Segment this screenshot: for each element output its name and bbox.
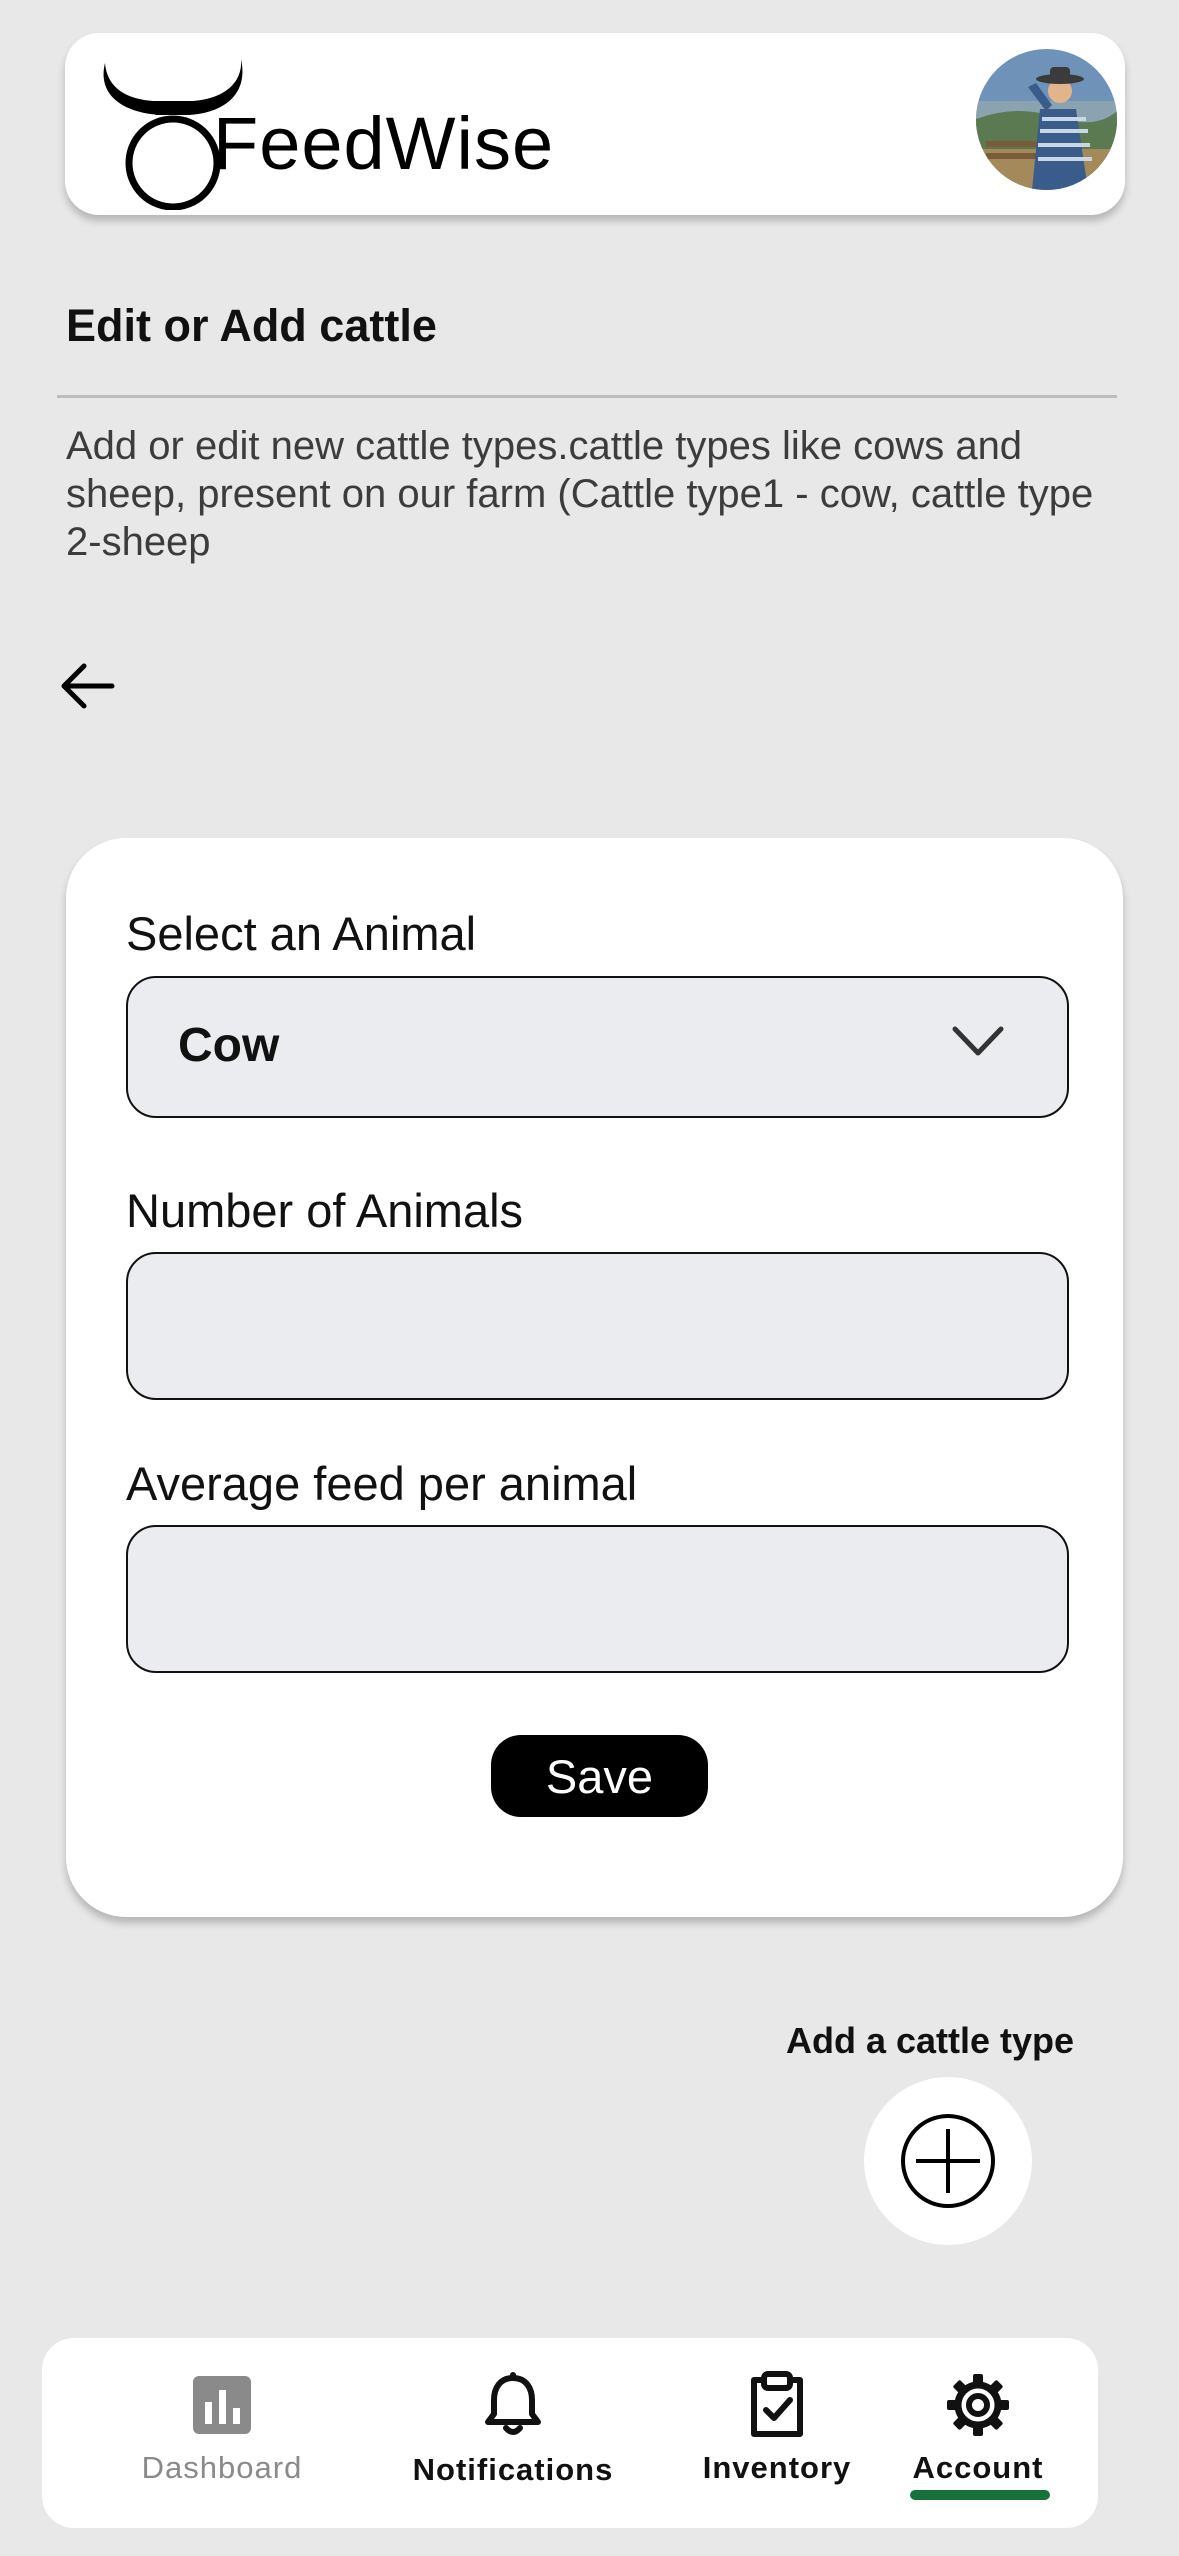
active-tab-indicator — [910, 2490, 1050, 2500]
app-logo-text: FeedWise — [213, 102, 555, 185]
chevron-down-icon — [952, 1026, 1004, 1056]
plus-circle-icon — [901, 2114, 995, 2208]
nav-item-account[interactable]: Account — [888, 2338, 1068, 2528]
animal-select-value: Cow — [178, 1019, 280, 1072]
average-feed-field[interactable] — [126, 1525, 1069, 1673]
nav-label-account: Account — [912, 2450, 1044, 2485]
cattle-form-card: Select an Animal Cow Number of Animals A… — [66, 838, 1123, 1917]
nav-label-dashboard: Dashboard — [141, 2450, 303, 2485]
clipboard-check-icon — [751, 2371, 803, 2437]
nav-item-notifications[interactable]: Notifications — [368, 2338, 658, 2528]
save-button[interactable]: Save — [491, 1735, 708, 1817]
add-cattle-type-button[interactable] — [864, 2077, 1032, 2245]
page-title: Edit or Add cattle — [66, 300, 437, 351]
nav-label-inventory: Inventory — [702, 2450, 852, 2485]
back-button[interactable] — [52, 650, 124, 722]
animal-select[interactable]: Cow — [126, 976, 1069, 1118]
nav-item-inventory[interactable]: Inventory — [662, 2338, 892, 2528]
add-cattle-type-label: Add a cattle type — [786, 2020, 1075, 2061]
animal-count-label: Number of Animals — [126, 1184, 524, 1237]
nav-label-notifications: Notifications — [412, 2452, 614, 2487]
average-feed-label: Average feed per animal — [126, 1457, 638, 1510]
page-description: Add or edit new cattle types.cattle type… — [66, 424, 1094, 564]
avatar[interactable] — [976, 49, 1117, 190]
nav-item-dashboard[interactable]: Dashboard — [112, 2338, 332, 2528]
animal-count-field[interactable] — [126, 1252, 1069, 1400]
bell-icon — [485, 2372, 541, 2435]
animal-select-label: Select an Animal — [126, 907, 477, 960]
bar-chart-icon — [193, 2376, 251, 2434]
divider — [57, 395, 1117, 398]
app-header: FeedWise — [65, 33, 1125, 215]
bottom-nav: Dashboard Notifications Inventory Accoun… — [42, 2338, 1098, 2528]
arrow-left-icon — [61, 663, 115, 709]
gear-icon — [947, 2374, 1009, 2436]
